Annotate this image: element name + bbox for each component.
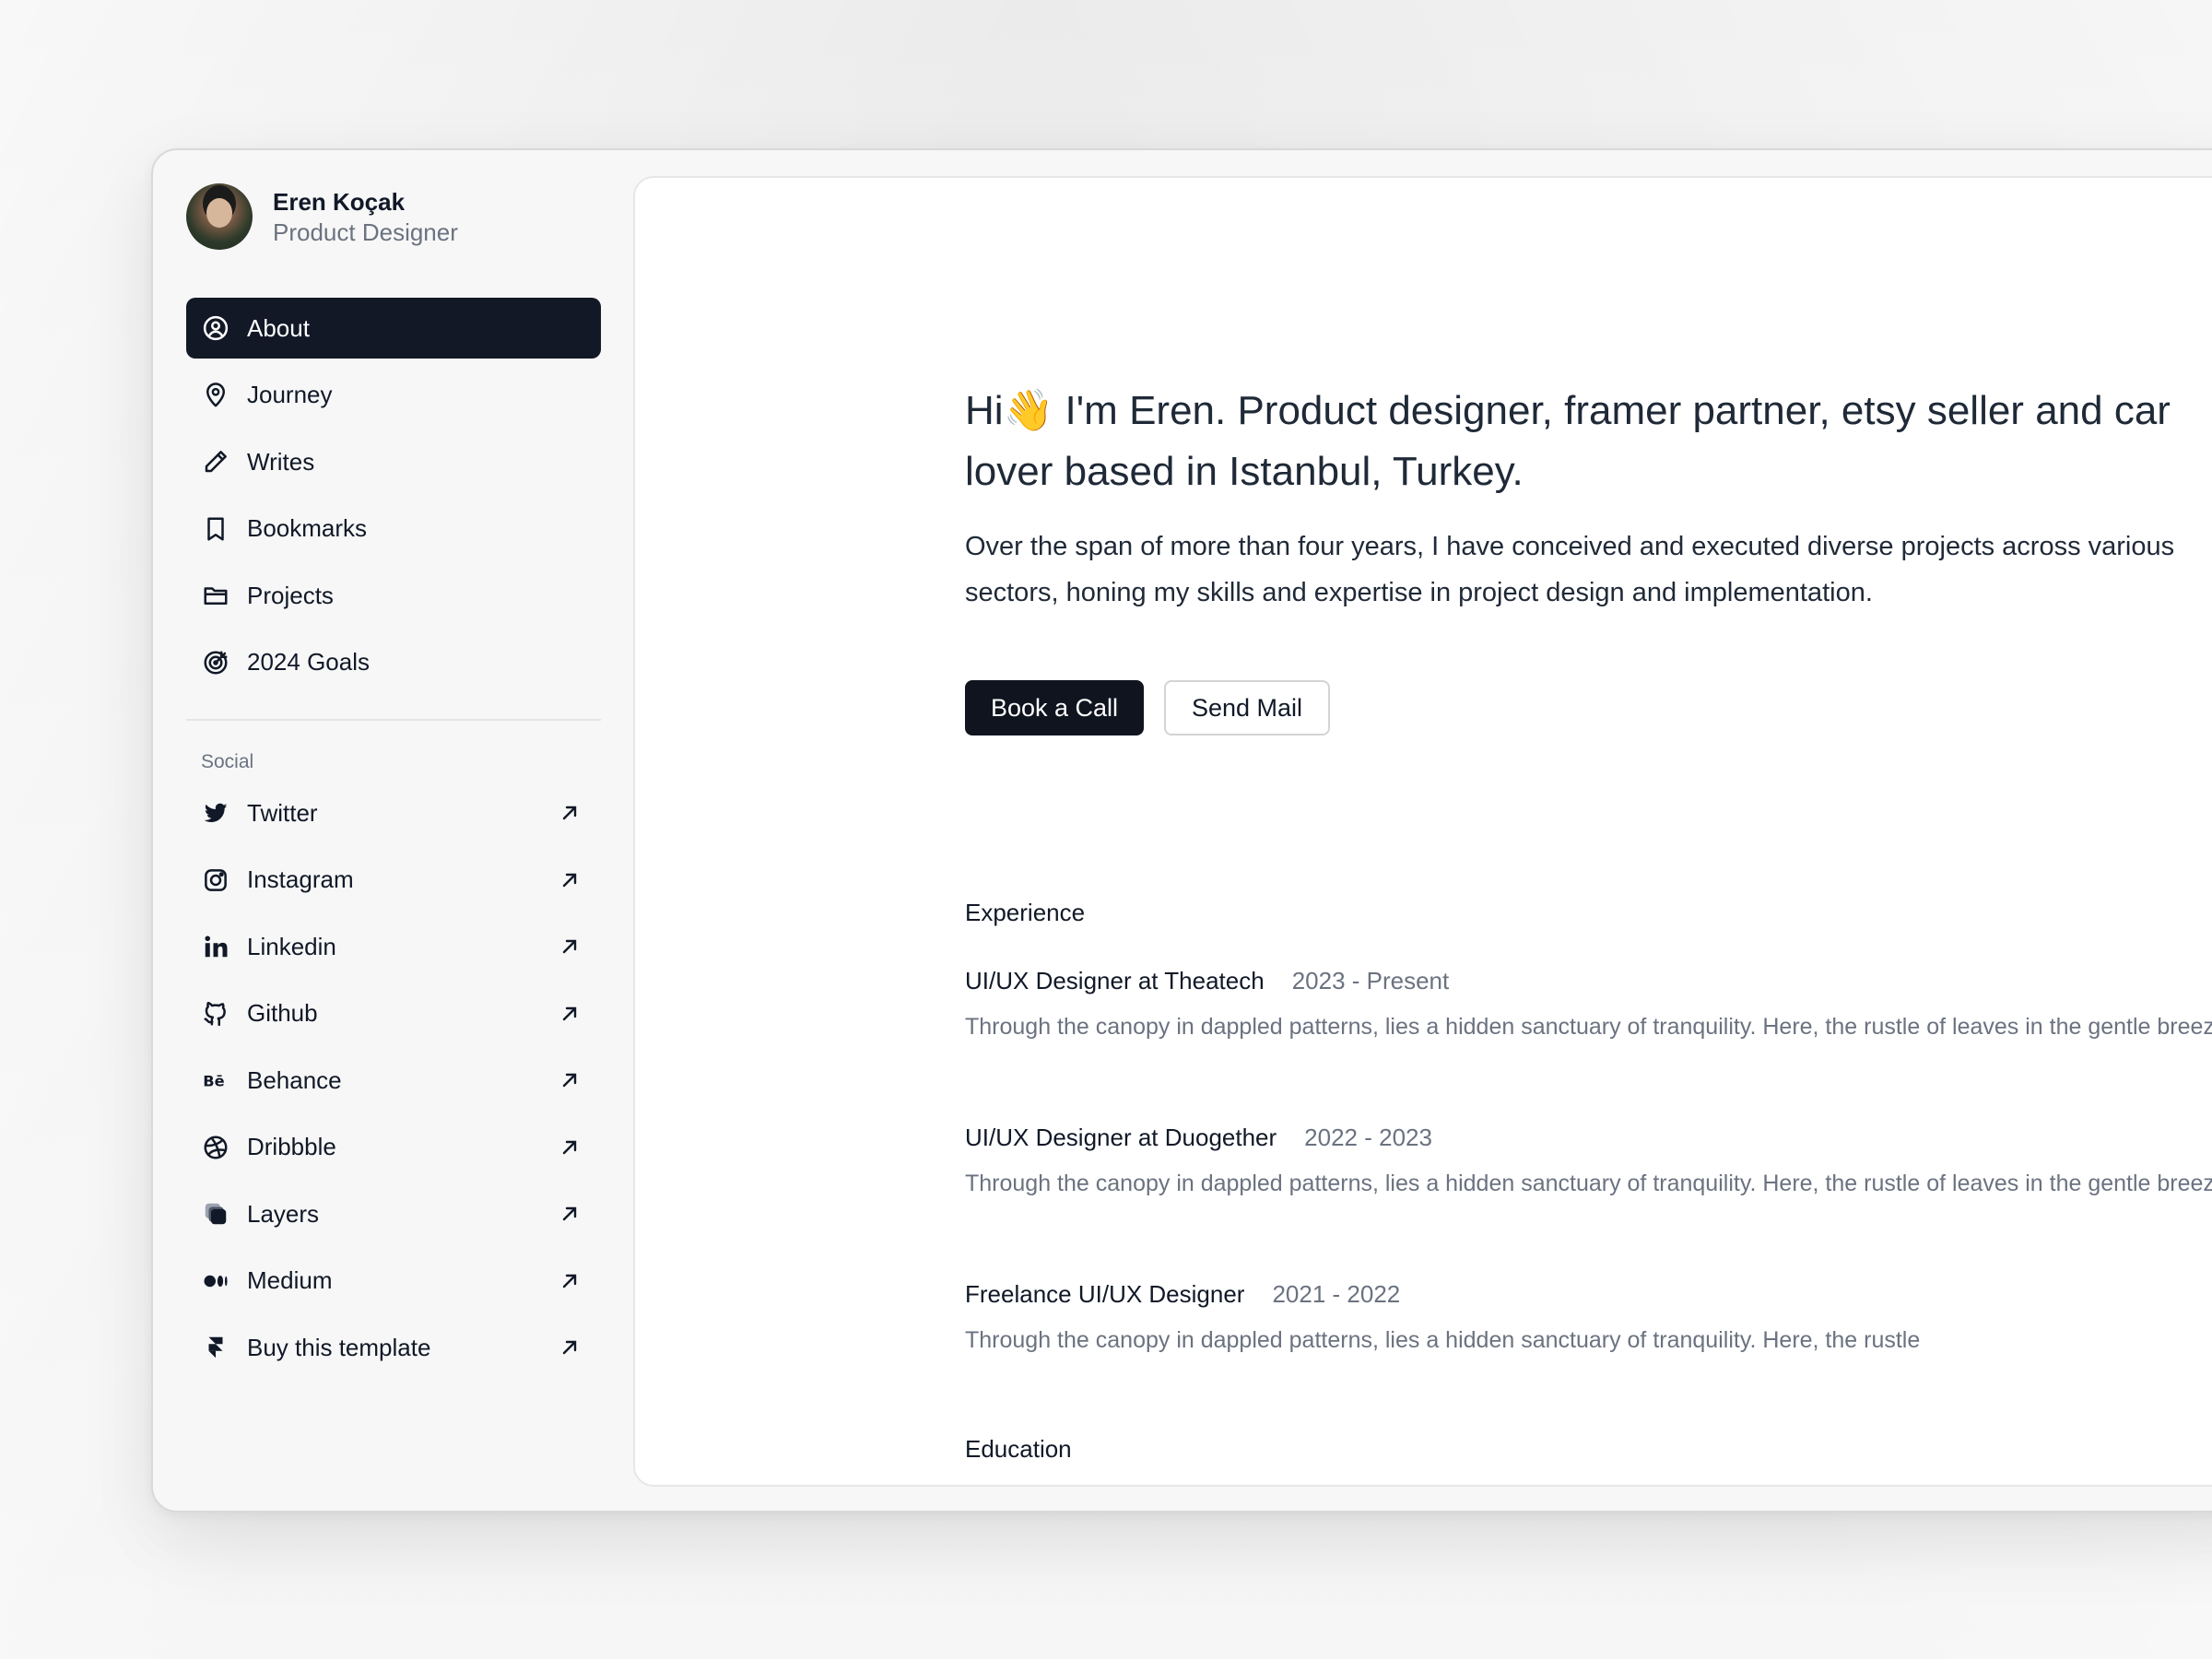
job-description: Through the canopy in dappled patterns, … (965, 1014, 2212, 1040)
job-title: UI/UX Designer at Duogether (965, 1124, 1277, 1151)
job-years: 2023 - Present (1291, 967, 1450, 994)
folder-icon (201, 581, 230, 610)
sidebar-divider (186, 719, 601, 721)
nav-item-goals[interactable]: 2024 Goals (186, 632, 601, 693)
nav-item-label: Journey (247, 381, 333, 408)
social-link-label: Instagram (247, 865, 354, 893)
social-link-instagram[interactable]: Instagram (186, 850, 601, 911)
social-link-label: Github (247, 999, 318, 1027)
nav-item-about[interactable]: About (186, 298, 601, 359)
nav-item-label: About (247, 313, 310, 342)
arrow-up-right-icon (562, 1206, 577, 1221)
profile: Eren Koçak Product Designer (186, 183, 458, 250)
send-mail-button[interactable]: Send Mail (1164, 680, 1330, 735)
arrow-up-right-icon (562, 873, 577, 887)
instagram-icon (201, 865, 230, 895)
arrow-up-right-icon (562, 939, 577, 954)
job-years: 2021 - 2022 (1272, 1280, 1401, 1308)
job-description: Through the canopy in dappled patterns, … (965, 1171, 2212, 1196)
social-link-twitter[interactable]: Twitter (186, 782, 601, 843)
social-link-label: Buy this template (247, 1333, 431, 1361)
linkedin-icon (201, 932, 230, 961)
map-pin-icon (201, 381, 230, 410)
sidebar: Eren Koçak Product Designer About Journe… (153, 150, 632, 1511)
nav-item-journey[interactable]: Journey (186, 365, 601, 426)
nav-item-label: Projects (247, 581, 334, 609)
target-icon (201, 648, 230, 677)
job-years: 2022 - 2023 (1304, 1124, 1432, 1151)
app-window: Eren Koçak Product Designer About Journe… (151, 148, 2212, 1512)
nav-item-bookmarks[interactable]: Bookmarks (186, 499, 601, 559)
pencil-icon (201, 447, 230, 477)
profile-role: Product Designer (273, 218, 458, 246)
social-link-dribbble[interactable]: Dribbble (186, 1117, 601, 1178)
experience-item: UI/UX Designer at Theatech 2023 - Presen… (965, 967, 2212, 1045)
framer-icon (201, 1333, 230, 1362)
nav-item-label: Writes (247, 447, 315, 476)
layers-icon (201, 1199, 230, 1229)
arrow-up-right-icon (562, 1274, 577, 1288)
social-link-label: Twitter (247, 798, 318, 827)
hero-headline: Hi👋 I'm Eren. Product designer, framer p… (965, 388, 2171, 494)
social-link-buy-template[interactable]: Buy this template (186, 1317, 601, 1378)
social-link-label: Linkedin (247, 932, 336, 960)
social-section-label: Social (201, 751, 254, 772)
dribbble-icon (201, 1133, 230, 1162)
social-links: Twitter Instagram Linkedin Github Bē Beh… (186, 782, 601, 1384)
user-circle-icon (201, 313, 230, 343)
arrow-up-right-icon (562, 1340, 577, 1355)
twitter-icon (201, 798, 230, 828)
social-link-medium[interactable]: Medium (186, 1251, 601, 1312)
social-link-label: Medium (247, 1266, 333, 1294)
hero-intro: Over the span of more than four years, I… (965, 532, 2175, 607)
book-call-button[interactable]: Book a Call (965, 680, 1144, 735)
github-icon (201, 999, 230, 1029)
arrow-up-right-icon (562, 1073, 577, 1088)
arrow-up-right-icon (562, 806, 577, 820)
svg-text:Bē: Bē (203, 1072, 224, 1089)
experience-item: Freelance UI/UX Designer 2021 - 2022 Thr… (965, 1280, 2212, 1359)
arrow-up-right-icon (562, 1140, 577, 1154)
behance-icon: Bē (201, 1065, 230, 1095)
social-link-github[interactable]: Github (186, 983, 601, 1044)
job-title: UI/UX Designer at Theatech (965, 967, 1265, 994)
nav-item-label: Bookmarks (247, 514, 368, 542)
job-title: Freelance UI/UX Designer (965, 1280, 1245, 1308)
social-link-linkedin[interactable]: Linkedin (186, 916, 601, 977)
social-link-behance[interactable]: Bē Behance (186, 1050, 601, 1111)
main-nav: About Journey Writes Bookmarks Projects … (186, 298, 601, 699)
job-description: Through the canopy in dappled patterns, … (965, 1327, 1921, 1353)
social-link-layers[interactable]: Layers (186, 1183, 601, 1244)
arrow-up-right-icon (562, 1006, 577, 1020)
main-content-panel: Hi👋 I'm Eren. Product designer, framer p… (633, 176, 2212, 1487)
bookmark-icon (201, 514, 230, 544)
avatar (186, 183, 253, 250)
nav-item-label: 2024 Goals (247, 648, 370, 676)
profile-name: Eren Koçak (273, 188, 406, 216)
nav-item-projects[interactable]: Projects (186, 565, 601, 626)
medium-icon (201, 1266, 230, 1296)
education-title: Education (965, 1435, 1072, 1463)
experience-item: UI/UX Designer at Duogether 2022 - 2023 … (965, 1124, 2212, 1202)
social-link-label: Behance (247, 1065, 342, 1094)
social-link-label: Dribbble (247, 1133, 336, 1160)
social-link-label: Layers (247, 1199, 320, 1228)
experience-title: Experience (965, 899, 1086, 926)
nav-item-writes[interactable]: Writes (186, 431, 601, 492)
